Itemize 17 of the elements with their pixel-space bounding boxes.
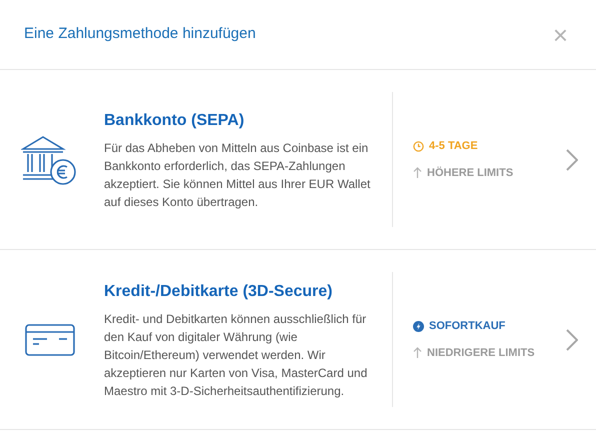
- close-button[interactable]: ×: [552, 22, 568, 48]
- method-description: Kredit- und Debitkarten können ausschließlich für den Kauf von digitaler Währung (wie Bitcoin/Ethereum) verwendet werden. Wir akzeptieren nur Karten von Visa, MasterCard und Maestro mit 3-D-Sicherheitsauthentifizierung.: [104, 310, 368, 400]
- method-title: Bankkonto (SEPA): [104, 110, 246, 130]
- lightning-icon: [413, 320, 424, 332]
- limits-label: NIEDRIGERE LIMITS: [427, 346, 535, 360]
- up-arrow-icon: [413, 347, 422, 358]
- limits-label: HÖHERE LIMITS: [427, 166, 514, 180]
- up-arrow-icon: [413, 167, 422, 178]
- dialog-title: Eine Zahlungsmethode hinzufügen: [24, 24, 256, 44]
- clock-icon: [413, 140, 424, 152]
- credit-card-icon: [25, 324, 75, 356]
- speed-label: SOFORTKAUF: [429, 319, 506, 334]
- chevron-right-icon: [566, 148, 578, 170]
- speed-label: 4-5 TAGE: [429, 139, 478, 154]
- method-title: Kredit-/Debitkarte (3D-Secure): [104, 282, 334, 302]
- method-description: Für das Abheben von Mitteln aus Coinbase ist ein Bankkonto erforderlich, das SEPA-Zahlungen akzeptiert. Sie können Mittel aus Ihrer EUR Wallet auf dieses Konto übertragen.: [104, 140, 372, 210]
- chevron-right-icon: [566, 328, 578, 350]
